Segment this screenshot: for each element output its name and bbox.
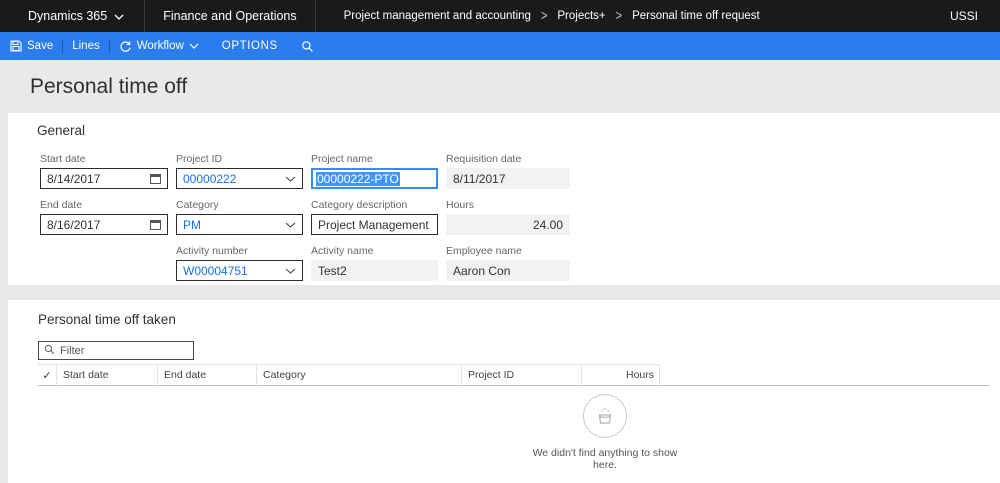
employee-name-group: Employee name Aaron Con — [446, 245, 570, 281]
empty-box-icon — [583, 394, 627, 438]
breadcrumb-submodule[interactable]: Projects+ — [557, 10, 605, 22]
page-title-band: Personal time off — [0, 60, 1000, 113]
activity-number-lookup[interactable]: W00004751 — [176, 260, 303, 281]
dynamics-365-menu[interactable]: Dynamics 365 — [0, 0, 144, 32]
search-icon — [301, 40, 314, 53]
project-id-label: Project ID — [176, 153, 223, 165]
category-description-label: Category description — [311, 199, 408, 211]
column-header-category[interactable]: Category — [257, 365, 462, 385]
category-lookup[interactable]: PM — [176, 214, 303, 235]
end-date-label: End date — [40, 199, 83, 211]
options-tab[interactable]: OPTIONS — [208, 32, 292, 60]
app-title: Dynamics 365 — [28, 9, 108, 23]
save-button[interactable]: Save — [0, 32, 62, 60]
select-all-checkmark[interactable]: ✓ — [38, 365, 57, 385]
breadcrumb-page[interactable]: Personal time off request — [632, 10, 760, 22]
breadcrumb-separator-icon: > — [540, 8, 548, 24]
column-header-hours[interactable]: Hours — [582, 365, 660, 385]
environment-badge[interactable]: USSI — [950, 9, 1000, 23]
workflow-icon — [119, 40, 132, 53]
calendar-icon[interactable] — [150, 173, 161, 184]
chevron-down-icon[interactable] — [285, 268, 296, 274]
column-header-end-date[interactable]: End date — [158, 365, 257, 385]
filter-input[interactable] — [60, 344, 170, 357]
project-id-group: Project ID 00000222 — [176, 153, 303, 189]
search-icon — [44, 342, 55, 360]
requisition-date-group: Requisition date 8/11/2017 — [446, 153, 570, 189]
chevron-down-icon — [114, 9, 124, 23]
app-header-bar: Dynamics 365 Finance and Operations Proj… — [0, 0, 1000, 32]
grid-header-row: ✓ Start date End date Category Project I… — [38, 364, 660, 385]
breadcrumb-module[interactable]: Project management and accounting — [344, 10, 531, 22]
general-form: Start date 8/14/2017 Project ID 00000222… — [40, 153, 1000, 281]
employee-name-label: Employee name — [446, 245, 522, 257]
search-button[interactable] — [292, 32, 323, 60]
project-name-input[interactable]: 00000222-PTO — [311, 168, 438, 189]
lines-button[interactable]: Lines — [63, 32, 109, 60]
activity-name-group: Activity name Test2 — [311, 245, 438, 281]
column-header-project-id[interactable]: Project ID — [462, 365, 582, 385]
employee-name-value: Aaron Con — [446, 260, 570, 281]
end-date-group: End date 8/16/2017 — [40, 199, 168, 235]
empty-state-message: We didn't find anything to show here. — [532, 447, 678, 471]
category-description-input[interactable]: Project Management — [311, 214, 438, 235]
page-title: Personal time off — [30, 74, 188, 98]
activity-number-label: Activity number — [176, 245, 248, 257]
activity-name-value: Test2 — [311, 260, 438, 281]
requisition-date-value: 8/11/2017 — [446, 168, 570, 189]
hours-label: Hours — [446, 199, 475, 211]
general-section: General Start date 8/14/2017 Project ID … — [8, 113, 1000, 285]
start-date-label: Start date — [40, 153, 86, 165]
chevron-down-icon — [189, 43, 199, 49]
project-id-lookup[interactable]: 00000222 — [176, 168, 303, 189]
pto-taken-section-header[interactable]: Personal time off taken — [38, 312, 1000, 327]
start-date-group: Start date 8/14/2017 — [40, 153, 168, 189]
activity-name-label: Activity name — [311, 245, 374, 257]
project-name-label: Project name — [311, 153, 373, 165]
start-date-input[interactable]: 8/14/2017 — [40, 168, 168, 189]
command-bar: Save Lines Workflow OPTIONS — [0, 32, 1000, 60]
end-date-input[interactable]: 8/16/2017 — [40, 214, 168, 235]
column-header-start-date[interactable]: Start date — [57, 365, 158, 385]
breadcrumb-separator-icon: > — [615, 8, 623, 24]
empty-cell — [40, 245, 168, 281]
hours-group: Hours 24.00 — [446, 199, 570, 235]
calendar-icon[interactable] — [150, 219, 161, 230]
category-description-group: Category description Project Management — [311, 199, 438, 235]
project-name-group: Project name 00000222-PTO — [311, 153, 438, 189]
chevron-down-icon[interactable] — [285, 176, 296, 182]
breadcrumb: Project management and accounting > Proj… — [316, 8, 760, 24]
hours-value: 24.00 — [446, 214, 570, 235]
grid-filter[interactable] — [38, 341, 194, 360]
product-name-button[interactable]: Finance and Operations — [145, 0, 314, 32]
chevron-down-icon[interactable] — [285, 222, 296, 228]
panel-gap — [0, 285, 1000, 300]
workflow-menu-button[interactable]: Workflow — [110, 32, 208, 60]
category-group: Category PM — [176, 199, 303, 235]
save-icon — [10, 40, 22, 52]
requisition-date-label: Requisition date — [446, 153, 522, 165]
general-section-header[interactable]: General — [37, 123, 1000, 138]
pto-taken-section: Personal time off taken ✓ Start date End… — [8, 300, 1000, 483]
activity-number-group: Activity number W00004751 — [176, 245, 303, 281]
grid-header-rule — [38, 385, 990, 386]
grid-empty-state: We didn't find anything to show here. — [520, 394, 690, 471]
selected-text: 00000222-PTO — [316, 171, 400, 186]
category-label: Category — [176, 199, 219, 211]
